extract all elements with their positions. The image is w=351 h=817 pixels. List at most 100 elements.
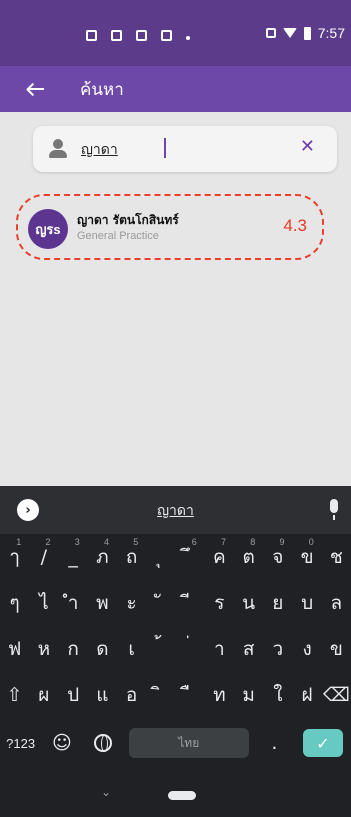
keyboard-key[interactable]: _ 3: [59, 534, 88, 580]
result-item[interactable]: ญรs ญาดา รัตนโกสินทร์ General Practice 4…: [16, 194, 324, 260]
close-icon[interactable]: ✕: [300, 136, 315, 157]
key-row-2: ๆไำพะัี รนยบล: [0, 580, 351, 626]
key-row-5: ?123 ☺ ไทย . ✓: [0, 720, 351, 766]
backspace-key[interactable]: ⌫: [322, 672, 351, 718]
keyboard-key[interactable]: ย: [263, 580, 292, 626]
dot-icon: [186, 35, 190, 40]
home-pill[interactable]: [168, 791, 196, 800]
globe-icon: [94, 734, 113, 752]
keyboard-key[interactable]: ึ6: [176, 534, 205, 580]
key-label: ว: [272, 638, 284, 660]
keyboard-key[interactable]: ฝ: [293, 672, 322, 718]
keyboard-key[interactable]: ผ: [29, 672, 58, 718]
space-key-wrap: ไทย: [124, 728, 254, 758]
key-label: ช: [329, 546, 343, 568]
key-label: ผ: [38, 684, 50, 706]
result-score: 4.3: [283, 216, 307, 235]
key-label: า: [214, 638, 225, 660]
keyboard-key[interactable]: บ: [293, 580, 322, 626]
keyboard-key[interactable]: ภ4: [88, 534, 117, 580]
key-label: ร: [214, 592, 225, 614]
navigation-bar: ⌄: [0, 771, 351, 817]
keyboard-key[interactable]: ี: [176, 580, 205, 626]
keyboard-key[interactable]: ำ: [59, 580, 88, 626]
keyboard-key[interactable]: ป: [59, 672, 88, 718]
notification-icons: [86, 30, 190, 41]
keyboard-key[interactable]: /2: [29, 534, 58, 580]
keyboard-key[interactable]: ร: [205, 580, 234, 626]
language-key[interactable]: [83, 734, 124, 752]
keyboard-key[interactable]: ข0: [293, 534, 322, 580]
key-hint: 6: [191, 537, 197, 547]
keyboard-key[interactable]: ั: [146, 580, 175, 626]
key-hint: 2: [45, 537, 51, 547]
keyboard-key[interactable]: ท: [205, 672, 234, 718]
keyboard-key[interactable]: ๆ: [0, 580, 29, 626]
keyboard-key[interactable]: ิ: [146, 672, 175, 718]
keyboard-key[interactable]: ด: [88, 626, 117, 672]
key-label: ฟ: [7, 638, 22, 660]
status-bar: 7:57: [0, 0, 351, 66]
key-label: ล: [330, 592, 343, 614]
keyboard-key[interactable]: ไ: [29, 580, 58, 626]
keyboard-key[interactable]: ม: [234, 672, 263, 718]
microphone-icon[interactable]: [330, 499, 338, 520]
keyboard-key[interactable]: ฟ: [0, 626, 29, 672]
keyboard-key[interactable]: พ: [88, 580, 117, 626]
chevron-down-icon[interactable]: ⌄: [101, 785, 111, 799]
keyboard-key[interactable]: ง: [293, 626, 322, 672]
space-key[interactable]: ไทย: [128, 728, 249, 758]
period-key[interactable]: .: [254, 732, 295, 754]
keyboard-key[interactable]: ้: [146, 626, 175, 672]
result-specialty: General Practice: [77, 230, 159, 242]
person-icon: [49, 139, 67, 159]
emoji-key[interactable]: ☺: [41, 732, 82, 754]
keyboard-key[interactable]: ่: [176, 626, 205, 672]
keyboard-key[interactable]: า: [205, 626, 234, 672]
keyboard-key[interactable]: ค7: [205, 534, 234, 580]
search-input[interactable]: ญาดา: [81, 139, 281, 161]
enter-key[interactable]: ✓: [303, 729, 343, 757]
search-bar[interactable]: ญาดา ✕: [33, 126, 337, 172]
keyboard-key[interactable]: ใ: [263, 672, 292, 718]
key-label: ข: [329, 638, 343, 660]
keyboard-key[interactable]: ื: [176, 672, 205, 718]
battery-icon: [303, 26, 311, 40]
keyboard-key[interactable]: ห: [29, 626, 58, 672]
keyboard-key[interactable]: แ: [88, 672, 117, 718]
keyboard-key[interactable]: ช: [322, 534, 351, 580]
keyboard-key[interactable]: ส: [234, 626, 263, 672]
keyboard: › ญาดา ๅ1/2_3ภ4ถ5ุึ6ค7ต8จ9ข0ช ๆไำพะัีรนย…: [0, 486, 351, 771]
key-row-4: ⇧ ผปแอิื ทมใฝ ⌫: [0, 672, 351, 718]
clipboard-icon: [136, 30, 147, 41]
key-label: ใ: [273, 684, 283, 706]
key-label: อ: [125, 684, 138, 706]
key-label: ำ: [67, 592, 79, 614]
key-label: ฝ: [301, 684, 313, 706]
keyboard-key[interactable]: ต8: [234, 534, 263, 580]
keyboard-key[interactable]: จ9: [263, 534, 292, 580]
suggestion-word[interactable]: ญาดา: [0, 500, 351, 522]
keyboard-key[interactable]: ะ: [117, 580, 146, 626]
keyboard-key[interactable]: น: [234, 580, 263, 626]
keyboard-key[interactable]: ล: [322, 580, 351, 626]
symbols-key[interactable]: ?123: [0, 736, 41, 751]
keyboard-key[interactable]: ว: [263, 626, 292, 672]
key-label: /: [40, 546, 48, 568]
arrow-back-icon[interactable]: [26, 79, 46, 99]
system-icons: 7:57: [265, 25, 345, 41]
keyboard-key[interactable]: ุ: [146, 534, 175, 580]
shift-key[interactable]: ⇧: [0, 672, 29, 718]
keyboard-key[interactable]: ๅ1: [0, 534, 29, 580]
key-hint: 1: [16, 537, 22, 547]
keyboard-key[interactable]: ข: [322, 626, 351, 672]
key-label: ะ: [126, 592, 137, 614]
keyboard-key[interactable]: ก: [59, 626, 88, 672]
clock: 7:57: [317, 25, 345, 41]
keyboard-key[interactable]: เ: [117, 626, 146, 672]
key-row-1: ๅ1/2_3ภ4ถ5ุึ6ค7ต8จ9ข0ช: [0, 534, 351, 580]
keyboard-key[interactable]: อ: [117, 672, 146, 718]
key-label: แ: [96, 684, 109, 706]
result-name: ญาดา รัตนโกสินทร์: [77, 213, 179, 227]
keyboard-key[interactable]: ถ5: [117, 534, 146, 580]
